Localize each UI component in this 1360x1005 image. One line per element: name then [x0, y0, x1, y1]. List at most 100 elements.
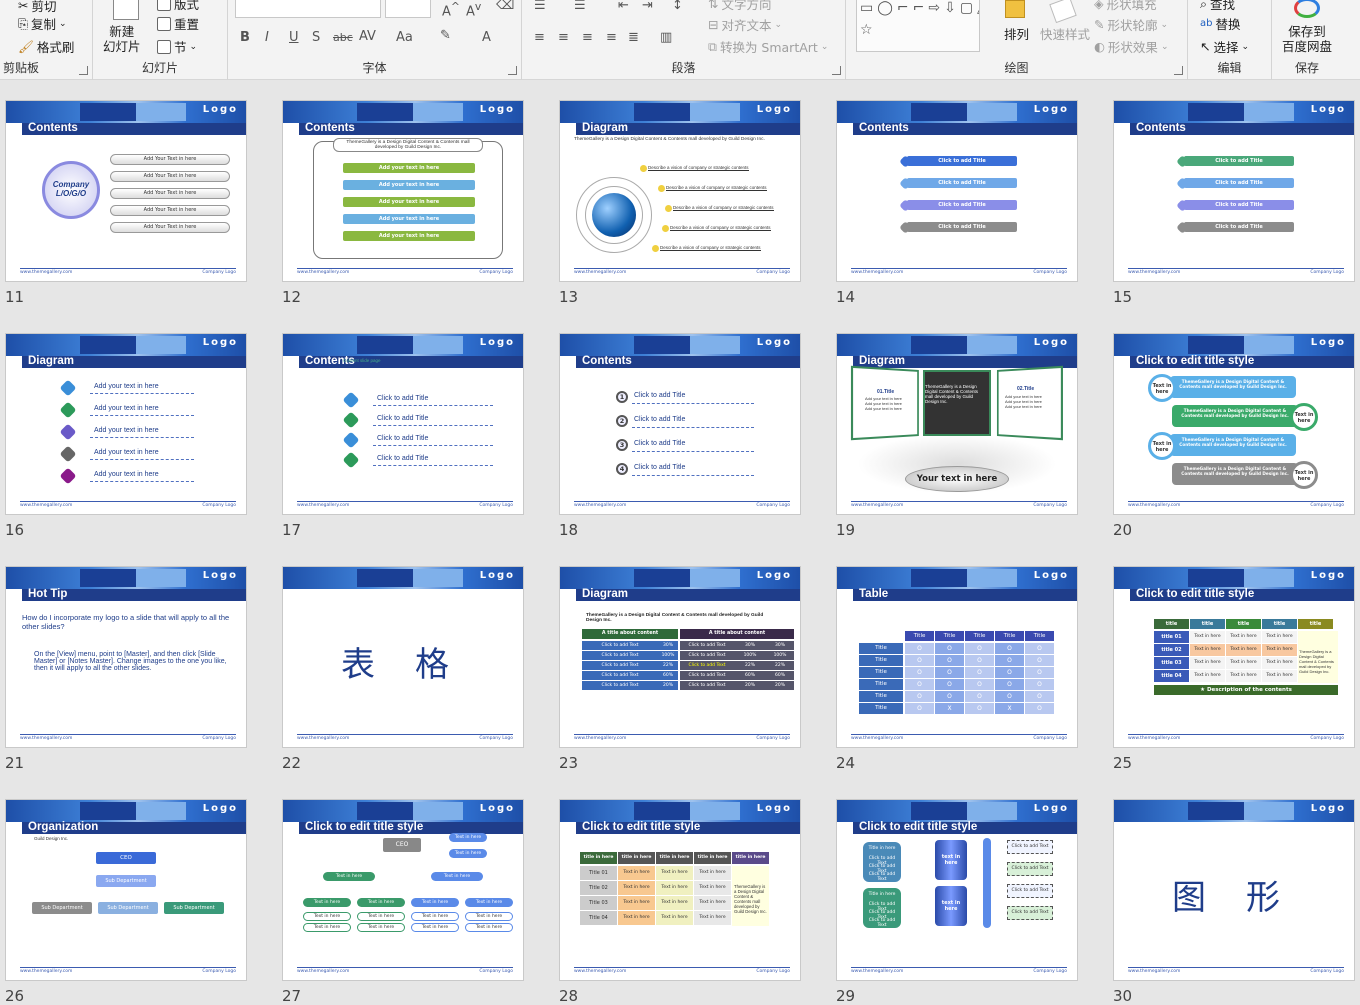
ceo-box[interactable]: CEO	[96, 852, 156, 864]
decrease-indent-icon[interactable]: ⇤	[618, 0, 629, 13]
columns-icon[interactable]: ▥	[660, 30, 672, 45]
slide-thumbnail[interactable]: Logo Click to edit title style www.themega…	[836, 799, 1078, 981]
new-slide-icon[interactable]	[113, 0, 139, 20]
font-size-select[interactable]	[385, 0, 431, 18]
drawing-launcher-icon[interactable]	[1174, 66, 1183, 75]
slide-thumbnail[interactable]: Logo www.themegallery.com Company Logo 表格	[282, 566, 524, 748]
numbering-icon[interactable]: ☰	[574, 0, 586, 13]
item-text: Click to add Title	[377, 395, 429, 402]
slide-thumbnail[interactable]: Logo Diagram www.themegallery.com Company L…	[559, 566, 801, 748]
line-spacing-icon[interactable]: ↕	[672, 0, 683, 13]
distribute-icon[interactable]: ≣	[628, 30, 639, 45]
slide-thumbnail[interactable]: Logo Contents www.themegallery.com Company …	[282, 100, 524, 282]
slide-thumbnail[interactable]: Logo Contents www.themegallery.com Company …	[836, 100, 1078, 282]
baidu-cloud-icon[interactable]	[1294, 0, 1320, 18]
table-cell: 100%	[743, 653, 757, 658]
underline-icon[interactable]: U	[289, 30, 299, 45]
align-left-icon[interactable]: ≡	[534, 30, 545, 45]
align-text-button[interactable]: ⊟ 对齐文本 ⌄	[708, 15, 782, 34]
slide-thumbnail[interactable]: Logo Diagram www.themegallery.com Company L…	[836, 333, 1078, 515]
shape-fill-button[interactable]: ◈ 形状填充	[1094, 0, 1157, 13]
slide-thumbnail[interactable]: Logo Contents www.themegallery.com Company …	[559, 333, 801, 515]
clipboard-launcher-icon[interactable]	[79, 66, 88, 75]
sub-department-box[interactable]: Sub Department	[98, 902, 158, 914]
shape-effects-button[interactable]: ◐ 形状效果 ⌄	[1094, 37, 1168, 56]
slide-footer: www.themegallery.com Company Logo	[1128, 268, 1344, 276]
sub-department-box[interactable]: Sub Department	[96, 875, 156, 887]
replace-button[interactable]: ab 替换	[1200, 14, 1241, 33]
grow-font-icon[interactable]: A^	[442, 0, 460, 19]
sub-department-box[interactable]: Sub Department	[32, 902, 92, 914]
header-block	[1244, 802, 1294, 820]
slide-footer: www.themegallery.com Company Logo	[1128, 967, 1344, 975]
shape-outline-button[interactable]: ✎ 形状轮廓 ⌄	[1094, 15, 1168, 34]
smartart-button[interactable]: ⧉ 转换为 SmartArt ⌄	[708, 37, 828, 56]
ceo-box[interactable]: CEO	[383, 838, 421, 852]
slide-thumbnail[interactable]: Logo Table www.themegallery.com Company Log…	[836, 566, 1078, 748]
item-text: Click to add Title	[634, 440, 686, 447]
cut-button[interactable]: ✂ 剪切	[18, 0, 57, 15]
increase-indent-icon[interactable]: ⇥	[642, 0, 653, 13]
format-painter-button[interactable]: 🖌 格式刷	[18, 37, 74, 56]
clear-format-icon[interactable]: ⌫	[496, 0, 514, 13]
table-cell: 60%	[774, 673, 785, 678]
section-button[interactable]: 节 ⌄	[157, 37, 197, 56]
select-button[interactable]: ↖ 选择 ⌄	[1200, 37, 1249, 56]
find-button[interactable]: ⌕ 查找	[1200, 0, 1235, 13]
shrink-font-icon[interactable]: Av	[466, 0, 481, 19]
header-block	[690, 336, 740, 354]
slide-thumbnail[interactable]: Logo Click to edit title style www.themega…	[559, 799, 801, 981]
sub-department-box[interactable]: Sub Department	[164, 902, 224, 914]
align-right-icon[interactable]: ≡	[582, 30, 593, 45]
quick-styles-icon[interactable]	[1049, 0, 1077, 24]
justify-icon[interactable]: ≡	[606, 30, 617, 45]
slide-thumbnail[interactable]: Logo Hot Tip www.themegallery.com Company L…	[5, 566, 247, 748]
highlight-icon[interactable]: ✎	[440, 28, 451, 43]
bulb-icon	[652, 245, 659, 252]
header-block	[413, 103, 463, 121]
align-center-icon[interactable]: ≡	[558, 30, 569, 45]
shadow-icon[interactable]: S	[312, 30, 320, 45]
slide-thumbnail[interactable]: Logo Contents www.themegallery.com Company …	[282, 333, 524, 515]
bullet-text: Add your text in here	[1005, 404, 1042, 409]
arrange-icon[interactable]	[1005, 0, 1025, 18]
font-color-icon[interactable]: A	[482, 30, 491, 45]
paragraph-launcher-icon[interactable]	[832, 66, 841, 75]
font-name-select[interactable]	[235, 0, 381, 18]
reset-button[interactable]: 重置	[157, 14, 199, 33]
slide-thumbnail[interactable]: Logo Contents www.themegallery.com Company …	[1113, 100, 1355, 282]
footer-company: Company Logo	[479, 736, 513, 741]
strikethrough-icon[interactable]: abc	[333, 31, 353, 44]
slide-thumbnail[interactable]: Logo Diagram www.themegallery.com Company L…	[559, 100, 801, 282]
bold-icon[interactable]: B	[240, 30, 250, 45]
slide-thumbnail[interactable]: Logo www.themegallery.com Company Logo 图形	[1113, 799, 1355, 981]
slide-title: Click to edit title style	[1136, 355, 1255, 367]
answer-text: On the [View] menu, point to [Master], a…	[34, 651, 227, 672]
font-launcher-icon[interactable]	[508, 66, 517, 75]
slide-thumbnail[interactable]: Logo Click to edit title style www.themega…	[1113, 333, 1355, 515]
italic-icon[interactable]: I	[265, 30, 269, 45]
slide-thumbnail[interactable]: Logo Diagram www.themegallery.com Company L…	[5, 333, 247, 515]
slide-thumbnail[interactable]: Logo Contents www.themegallery.com Company …	[5, 100, 247, 282]
slide-thumbnail[interactable]: Logo Organization www.themegallery.com Comp…	[5, 799, 247, 981]
cell-mark: O	[1037, 681, 1042, 688]
arrange-button[interactable]: 排列	[1004, 24, 1029, 43]
shapes-gallery[interactable]: ▭◯⌐⌐⇨⇩▢△⌐⌐⇨⇩◌∿⌒{}☆	[856, 0, 980, 52]
new-slide-button[interactable]: 新建 幻灯片	[103, 24, 141, 54]
cell-mark: O	[947, 669, 952, 676]
header-block	[690, 569, 740, 587]
copy-button[interactable]: ⎘ 复制 ⌄	[18, 14, 67, 33]
change-case-icon[interactable]: Aa	[396, 30, 413, 45]
cell-mark: O	[947, 681, 952, 688]
text-direction-button[interactable]: ⇅ 文字方向	[708, 0, 772, 13]
font-label: 字体	[362, 61, 387, 75]
quick-styles-button[interactable]: 快速样式	[1040, 24, 1090, 43]
table-cell: Click to add Text	[688, 673, 726, 678]
save-baidu-button[interactable]: 保存到 百度网盘	[1282, 24, 1332, 54]
layout-button[interactable]: 版式	[157, 0, 199, 13]
header-block	[1188, 103, 1244, 121]
char-spacing-icon[interactable]: AV	[359, 29, 376, 44]
slide-thumbnail[interactable]: Logo Click to edit title style www.themega…	[282, 799, 524, 981]
bullets-icon[interactable]: ☰	[534, 0, 546, 13]
slide-thumbnail[interactable]: Logo Click to edit title style www.themega…	[1113, 566, 1355, 748]
